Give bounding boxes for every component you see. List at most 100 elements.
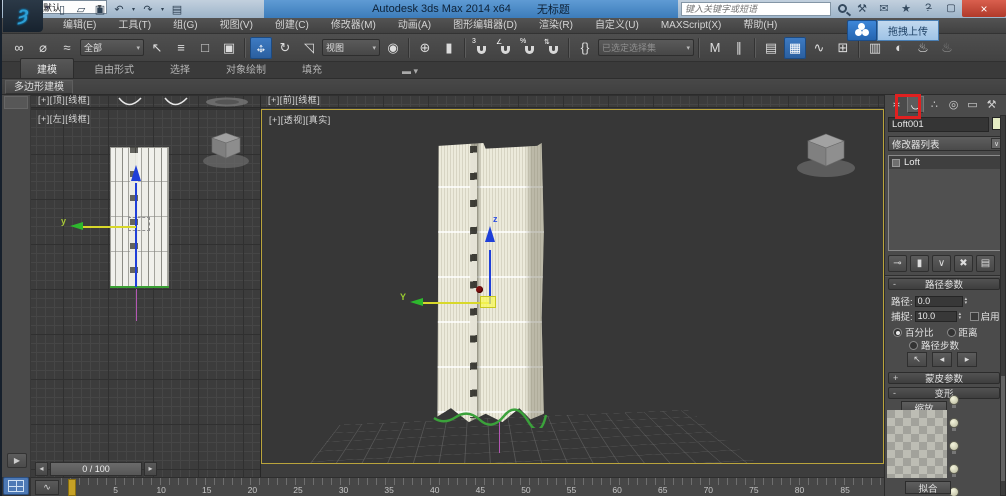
search-input[interactable]: [682, 4, 830, 14]
next-frame-button[interactable]: ▸: [144, 462, 157, 476]
fit-deformation-button[interactable]: 拟合: [905, 481, 951, 494]
utilities-tab[interactable]: ⚒: [983, 96, 1000, 113]
front-viewport-label[interactable]: [+][前][线框]: [268, 95, 320, 106]
scrollbar-thumb[interactable]: [1001, 376, 1005, 481]
snap-value-field[interactable]: 10.0: [915, 311, 957, 322]
named-selection-sets-dropdown[interactable]: 已选定选择集▾: [598, 39, 694, 56]
path-parameters-rollout-header[interactable]: - 路径参数: [888, 278, 1000, 290]
select-and-manipulate-button[interactable]: ⊕: [414, 37, 436, 59]
viewcube[interactable]: [197, 127, 255, 173]
rectangular-selection-region-button[interactable]: □: [194, 37, 216, 59]
ribbon-tab-selection[interactable]: 选择: [154, 59, 206, 78]
undo-button[interactable]: ↶: [111, 2, 127, 17]
gizmo-plane-handle[interactable]: [480, 296, 496, 308]
time-slider-handle[interactable]: 0 / 100: [50, 462, 142, 476]
selection-filter-dropdown[interactable]: 全部▾: [80, 39, 144, 56]
path-spline[interactable]: [136, 289, 137, 321]
redo-dropdown[interactable]: ▾: [159, 2, 166, 17]
next-shape-button[interactable]: ▸: [957, 352, 977, 367]
previous-shape-button[interactable]: ◂: [932, 352, 952, 367]
previous-frame-button[interactable]: ◂: [35, 462, 48, 476]
gizmo-y-axis[interactable]: [82, 226, 136, 228]
menu-item-11[interactable]: 帮助(H): [732, 18, 788, 34]
ribbon-tab-object-paint[interactable]: 对象绘制: [210, 59, 282, 78]
snap-toggle-button[interactable]: 3: [470, 37, 492, 59]
save-file-button[interactable]: ▣: [92, 2, 108, 17]
select-and-rotate-button[interactable]: ↻: [274, 37, 296, 59]
path-spline-perspective[interactable]: [499, 422, 500, 453]
menu-item-4[interactable]: 创建(C): [264, 18, 320, 34]
toggle-ribbon-button[interactable]: ▦: [784, 37, 806, 59]
unlink-selection-button[interactable]: ⌀: [32, 37, 54, 59]
keyboard-override-button[interactable]: ▮: [438, 37, 460, 59]
wrench-icon[interactable]: ⚒: [855, 2, 869, 15]
menu-item-1[interactable]: 工具(T): [107, 18, 162, 34]
play-button[interactable]: ▶: [7, 453, 27, 468]
select-and-scale-button[interactable]: ◹: [298, 37, 320, 59]
use-pivot-point-center-button[interactable]: ◉: [382, 37, 404, 59]
menu-item-3[interactable]: 视图(V): [209, 18, 264, 34]
path-steps-radio[interactable]: [909, 341, 918, 350]
undo-dropdown[interactable]: ▾: [130, 2, 137, 17]
gizmo-y-axis[interactable]: [422, 302, 489, 304]
deformations-rollout-header[interactable]: - 变形: [888, 387, 1000, 399]
menu-item-0[interactable]: 编辑(E): [52, 18, 107, 34]
render-production-button[interactable]: ♨: [936, 37, 958, 59]
percent-snap-button[interactable]: %: [518, 37, 540, 59]
curve-editor-button[interactable]: ∿: [808, 37, 830, 59]
maximize-button[interactable]: ▢: [940, 1, 962, 16]
snap-spinner[interactable]: ▴▾: [959, 312, 968, 320]
favorites-star-icon[interactable]: ★: [899, 2, 913, 15]
left-viewport-label[interactable]: [+][左][线框]: [38, 112, 90, 125]
menu-item-7[interactable]: 图形编辑器(D): [442, 18, 528, 34]
lightbulb-icon[interactable]: [949, 441, 959, 451]
menu-item-5[interactable]: 修改器(M): [320, 18, 387, 34]
window-crossing-button[interactable]: ▣: [218, 37, 240, 59]
display-tab[interactable]: ▭: [964, 96, 981, 113]
configure-modifier-sets-button[interactable]: ▤: [976, 255, 995, 272]
ribbon-more-button[interactable]: ▬ ▾: [402, 66, 418, 77]
communication-center-icon[interactable]: ✉: [877, 2, 891, 15]
search-field[interactable]: [681, 2, 831, 16]
motion-tab[interactable]: ◎: [945, 96, 962, 113]
app-menu-chevron-icon[interactable]: ▼: [44, 5, 51, 12]
bind-to-space-warp-button[interactable]: ≈: [56, 37, 78, 59]
skin-parameters-rollout-header[interactable]: + 蒙皮参数: [888, 372, 1000, 384]
pick-shape-button[interactable]: ↖: [907, 352, 927, 367]
app-logo-button[interactable]: Ȝ: [3, 0, 43, 32]
select-and-move-button[interactable]: ↔↕: [250, 37, 272, 59]
modifier-stack[interactable]: Loft: [888, 155, 1006, 251]
hierarchy-tab[interactable]: ∴: [926, 96, 943, 113]
close-button[interactable]: ×: [962, 0, 1006, 17]
menu-item-9[interactable]: 自定义(U): [584, 18, 650, 34]
ribbon-tab-freeform[interactable]: 自由形式: [78, 59, 150, 78]
perspective-viewport[interactable]: [+][透视][真实] z Y: [261, 109, 884, 464]
top-viewport-sliver[interactable]: [+][顶][线框]: [31, 95, 260, 108]
open-file-button[interactable]: ▱: [73, 2, 89, 17]
select-by-name-button[interactable]: ≡: [170, 37, 192, 59]
front-viewport-sliver[interactable]: [+][前][线框]: [261, 95, 884, 108]
lightbulb-icon[interactable]: [949, 418, 959, 428]
viewcube[interactable]: [790, 126, 862, 184]
stack-item-loft[interactable]: Loft: [889, 156, 1005, 169]
perspective-viewport-label[interactable]: [+][透视][真实]: [269, 113, 331, 126]
layer-explorer-button[interactable]: ▤: [760, 37, 782, 59]
menu-item-6[interactable]: 动画(A): [387, 18, 442, 34]
enable-checkbox[interactable]: [970, 312, 979, 321]
align-button[interactable]: ∥: [728, 37, 750, 59]
lightbulb-icon[interactable]: [949, 395, 959, 405]
edit-named-selection-sets-button[interactable]: {}: [574, 37, 596, 59]
minimize-button[interactable]: –: [918, 1, 940, 16]
pin-stack-button[interactable]: ⊸: [888, 255, 907, 272]
object-name-field[interactable]: Loft001: [888, 117, 989, 132]
path-spinner[interactable]: ▴▾: [965, 297, 974, 305]
set-project-folder-button[interactable]: ▤: [169, 2, 185, 17]
remove-modifier-button[interactable]: ✖: [954, 255, 973, 272]
mini-curve-editor-button[interactable]: ∿: [35, 480, 59, 495]
select-object-button[interactable]: ↖: [146, 37, 168, 59]
modifier-list-dropdown[interactable]: 修改器列表 ∨: [888, 136, 1006, 151]
drag-upload-overlay[interactable]: 拖拽上传: [847, 20, 939, 41]
menu-item-8[interactable]: 渲染(R): [528, 18, 584, 34]
lightbulb-icon[interactable]: [949, 464, 959, 474]
menu-item-2[interactable]: 组(G): [162, 18, 208, 34]
